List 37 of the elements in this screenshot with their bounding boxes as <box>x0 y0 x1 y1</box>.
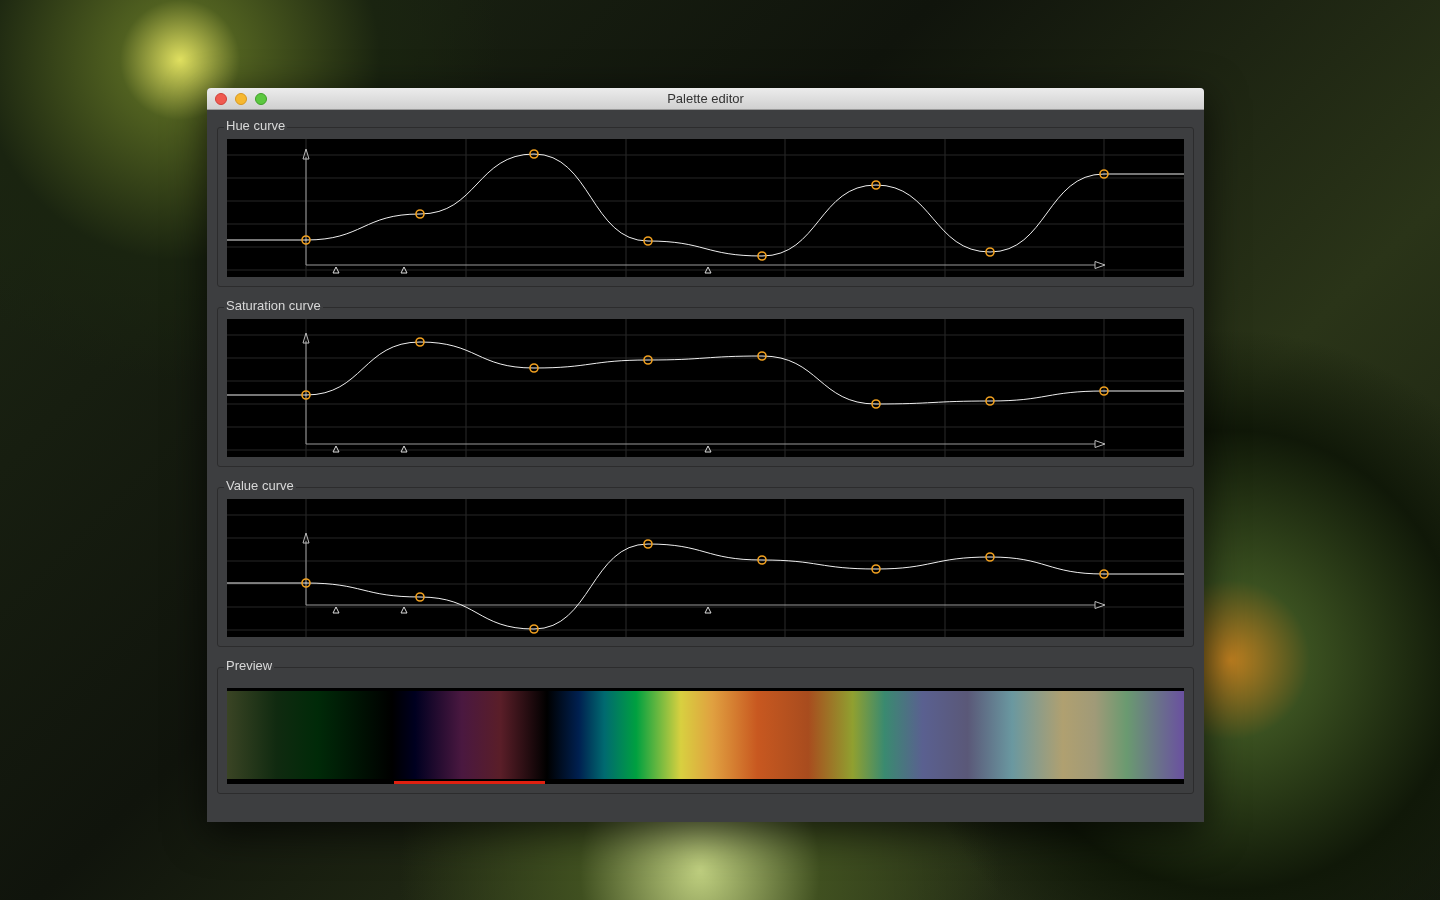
control-point[interactable] <box>415 337 425 347</box>
gradient-segment[interactable] <box>547 691 1184 779</box>
control-point[interactable] <box>301 578 311 588</box>
control-point[interactable] <box>1099 169 1109 179</box>
control-point[interactable] <box>1099 386 1109 396</box>
window-title: Palette editor <box>667 89 744 108</box>
control-point[interactable] <box>529 624 539 634</box>
control-point[interactable] <box>415 209 425 219</box>
control-point[interactable] <box>871 399 881 409</box>
control-point[interactable] <box>529 363 539 373</box>
marker-icon[interactable] <box>400 266 408 274</box>
control-point[interactable] <box>301 390 311 400</box>
zoom-button[interactable] <box>255 92 267 105</box>
control-point[interactable] <box>985 552 995 562</box>
marker-icon[interactable] <box>400 606 408 614</box>
marker-icon[interactable] <box>332 445 340 453</box>
control-point[interactable] <box>871 564 881 574</box>
marker-icon[interactable] <box>704 445 712 453</box>
marker-icon[interactable] <box>704 266 712 274</box>
marker-icon[interactable] <box>332 606 340 614</box>
control-point[interactable] <box>1099 569 1109 579</box>
control-point[interactable] <box>643 539 653 549</box>
close-button[interactable] <box>215 92 227 105</box>
control-point[interactable] <box>415 592 425 602</box>
control-point[interactable] <box>529 149 539 159</box>
control-point[interactable] <box>301 235 311 245</box>
control-point[interactable] <box>871 180 881 190</box>
control-point[interactable] <box>643 355 653 365</box>
control-point[interactable] <box>757 351 767 361</box>
marker-icon[interactable] <box>332 266 340 274</box>
marker-icon[interactable] <box>400 445 408 453</box>
control-point[interactable] <box>985 247 995 257</box>
control-point[interactable] <box>643 236 653 246</box>
control-point[interactable] <box>985 396 995 406</box>
control-point[interactable] <box>757 251 767 261</box>
control-point[interactable] <box>757 555 767 565</box>
marker-icon[interactable] <box>704 606 712 614</box>
